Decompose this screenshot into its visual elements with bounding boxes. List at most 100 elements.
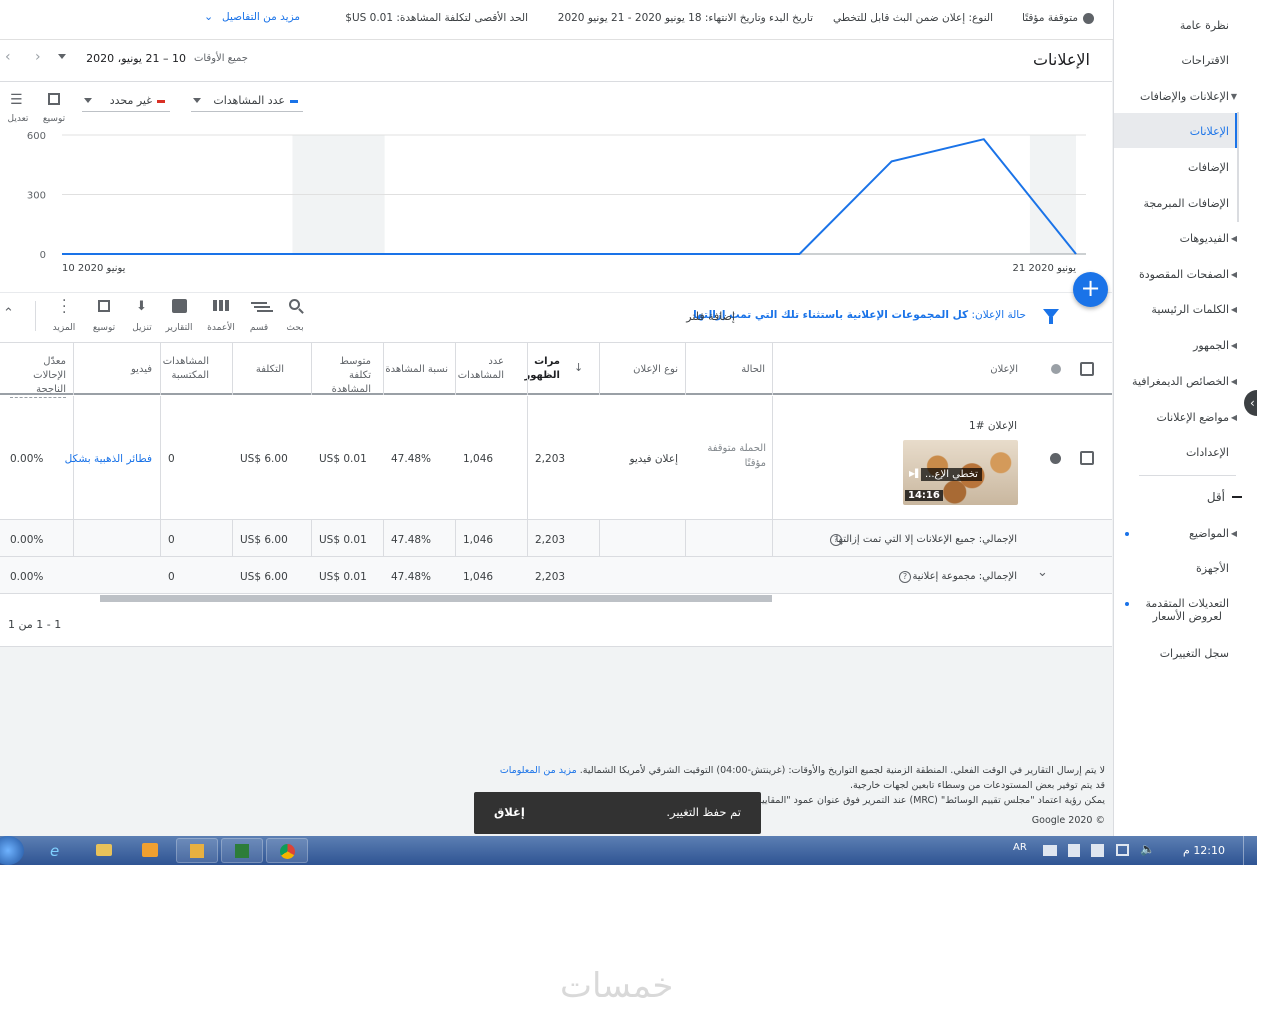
caret-left-icon[interactable]: ◀ [1231,377,1237,386]
col-impr[interactable]: مرات الظهور [524,355,560,383]
col-conv-rate[interactable]: معدّل الإحالات الناجحة [10,355,66,398]
y-tick-label-2: 600 [27,131,46,142]
minus-icon[interactable] [1232,496,1242,498]
expand-row-icon[interactable]: ⌄ [1037,565,1048,580]
toolbar-more[interactable]: · · · المزيد [50,294,78,337]
sidebar-item-9[interactable]: الكلمات الرئيسية [1151,303,1229,316]
row-checkbox[interactable] [1080,451,1094,465]
sidebar-item-11[interactable]: الخصائص الديمغرافية [1132,375,1229,388]
campaign-info-bar: متوقفة مؤقتًا النوع: إعلان ضمن البث قابل… [0,0,1113,40]
filter-chip[interactable]: حالة الإعلان: كل المجموعات الإعلانية باس… [693,309,1026,321]
col-ad-type[interactable]: نوع الإعلان [633,363,678,377]
toast-close-button[interactable]: إغلاق [494,805,525,819]
sort-arrow-icon[interactable]: ↓ [574,361,583,374]
sidebar-more-item-1[interactable]: المواضيع [1189,527,1229,540]
col-status[interactable]: الحالة [741,363,765,377]
tray-icon[interactable] [1091,844,1104,857]
toolbar-expand[interactable]: توسيع [90,297,118,337]
col-views[interactable]: عدد المشاهدات [458,355,504,383]
row-view-rate: 47.48% [391,453,432,465]
metric1-selector[interactable]: عدد المشاهدات [191,92,303,112]
sidebar-item-5[interactable]: الإضافات [1188,161,1229,174]
row-video-link[interactable]: فطائر الذهبية بشكل [65,453,152,465]
start-button[interactable] [0,836,24,865]
taskbar-excel[interactable] [221,838,263,863]
total1-conv-rate: 0.00% [10,534,44,546]
sidebar-less-toggle[interactable]: أقل [1207,490,1225,504]
sidebar-item-7[interactable]: الفيديوهات [1180,232,1229,245]
caret-down-icon[interactable]: ▼ [1231,92,1237,101]
select-all-checkbox[interactable] [1080,362,1094,376]
ie-icon[interactable]: e [50,842,59,860]
help-icon[interactable]: ? [830,534,842,546]
caret-left-icon[interactable]: ◀ [1231,413,1237,422]
taskbar-chrome[interactable] [266,838,308,863]
horizontal-scrollbar[interactable] [100,595,772,602]
total2-avg-cpv: US$ 0.01 [319,571,367,583]
ad-name[interactable]: الإعلان #1 [969,420,1017,432]
col-earned[interactable]: المشاهدات المكتسبة [161,355,209,383]
chevron-down-icon[interactable]: ⌄ [204,10,213,23]
toolbar-divider [35,301,36,331]
sidebar-more-item-2[interactable]: الأجهزة [1196,562,1229,575]
clock[interactable]: 12:10 م [1183,844,1225,857]
video-thumbnail[interactable]: تخطي الإع... ▶▌ 14:16 [903,440,1018,505]
page-header: الإعلانات جميع الأوقات 10 – 21 يونيو، 20… [0,40,1112,82]
row-earned: 0 [168,453,175,465]
sidebar-item-13[interactable]: الإعدادات [1186,446,1229,459]
sidebar-more-item-3[interactable]: التعديلات المتقدمة لعروض الأسعار [1146,597,1230,623]
sidebar-item-8[interactable]: الصفحات المقصودة [1139,268,1229,281]
col-video[interactable]: فيديو [131,363,152,377]
show-desktop-button[interactable] [1243,836,1257,865]
sidebar-item-6[interactable]: الإضافات المبرمجة [1143,197,1229,210]
help-icon[interactable]: ? [899,571,911,583]
sidebar-item-3[interactable]: الإعلانات والإضافات [1140,90,1229,103]
expand-icon [48,93,60,105]
toolbar-search[interactable]: بحث [282,297,308,337]
sidebar-item-10[interactable]: الجمهور [1193,339,1229,352]
sidebar-item-2[interactable]: الاقتراحات [1181,54,1229,67]
media-player-icon[interactable] [142,843,158,857]
sidebar-item-1[interactable]: نظرة عامة [1180,19,1229,32]
more-details-link[interactable]: مزيد من التفاصيل [222,11,300,23]
dropdown-arrow-icon[interactable] [58,54,66,59]
toolbar-download[interactable]: ⬇ تنزيل [128,297,156,337]
sidebar-item-12[interactable]: مواضع الإعلانات [1156,411,1229,424]
col-avg-cpv[interactable]: متوسط تكلفة المشاهدة [315,355,371,397]
network-icon[interactable] [1116,844,1129,856]
more-info-link[interactable]: مزيد من المعلومات [500,765,577,776]
caret-left-icon[interactable]: ◀ [1231,270,1237,279]
footer-line1: لا يتم إرسال التقارير في الوقت الفعلي. ا… [500,765,1105,776]
taskbar-app-1[interactable] [176,838,218,863]
toolbar-columns[interactable]: الأعمدة [206,297,236,337]
thumb-title: تخطي الإع... [921,468,982,481]
toolbar-reports[interactable]: التقارير [164,297,194,337]
caret-left-icon[interactable]: ◀ [1231,529,1237,538]
caret-left-icon[interactable]: ◀ [1231,341,1237,350]
metric2-selector[interactable]: غير محدد [82,92,170,112]
prev-period-icon[interactable]: ‹ [5,49,11,65]
date-range-value[interactable]: 10 – 21 يونيو، 2020 [86,52,186,65]
sidebar-scroll-indicator[interactable] [1237,112,1239,222]
col-cost[interactable]: التكلفة [256,363,284,377]
toolbar-segment[interactable]: قسم [246,297,272,337]
flag-icon[interactable] [1068,844,1080,857]
chrome-icon [280,844,295,859]
col-view-rate[interactable]: نسبة المشاهدة [385,363,448,377]
collapse-up-icon[interactable]: ⌃ [3,306,14,321]
views-series-line [62,138,1077,255]
sidebar-more-item-4[interactable]: سجل التغييرات [1160,647,1229,660]
date-range-label: جميع الأوقات [193,53,248,64]
col-ad[interactable]: الإعلان [990,363,1018,377]
add-filter-button[interactable]: إضافة فلتر [686,310,735,323]
printer-icon[interactable] [1043,845,1057,856]
folder-icon[interactable] [96,844,112,856]
next-period-icon[interactable]: › [35,49,41,65]
language-indicator[interactable]: AR [1013,842,1027,853]
total2-view-rate: 47.48% [391,571,432,583]
add-fab-button[interactable]: + [1073,272,1108,307]
caret-left-icon[interactable]: ◀ [1231,305,1237,314]
volume-icon[interactable]: 🔈 [1140,842,1155,856]
sidebar-item-4[interactable]: الإعلانات [1190,125,1229,138]
caret-left-icon[interactable]: ◀ [1231,234,1237,243]
